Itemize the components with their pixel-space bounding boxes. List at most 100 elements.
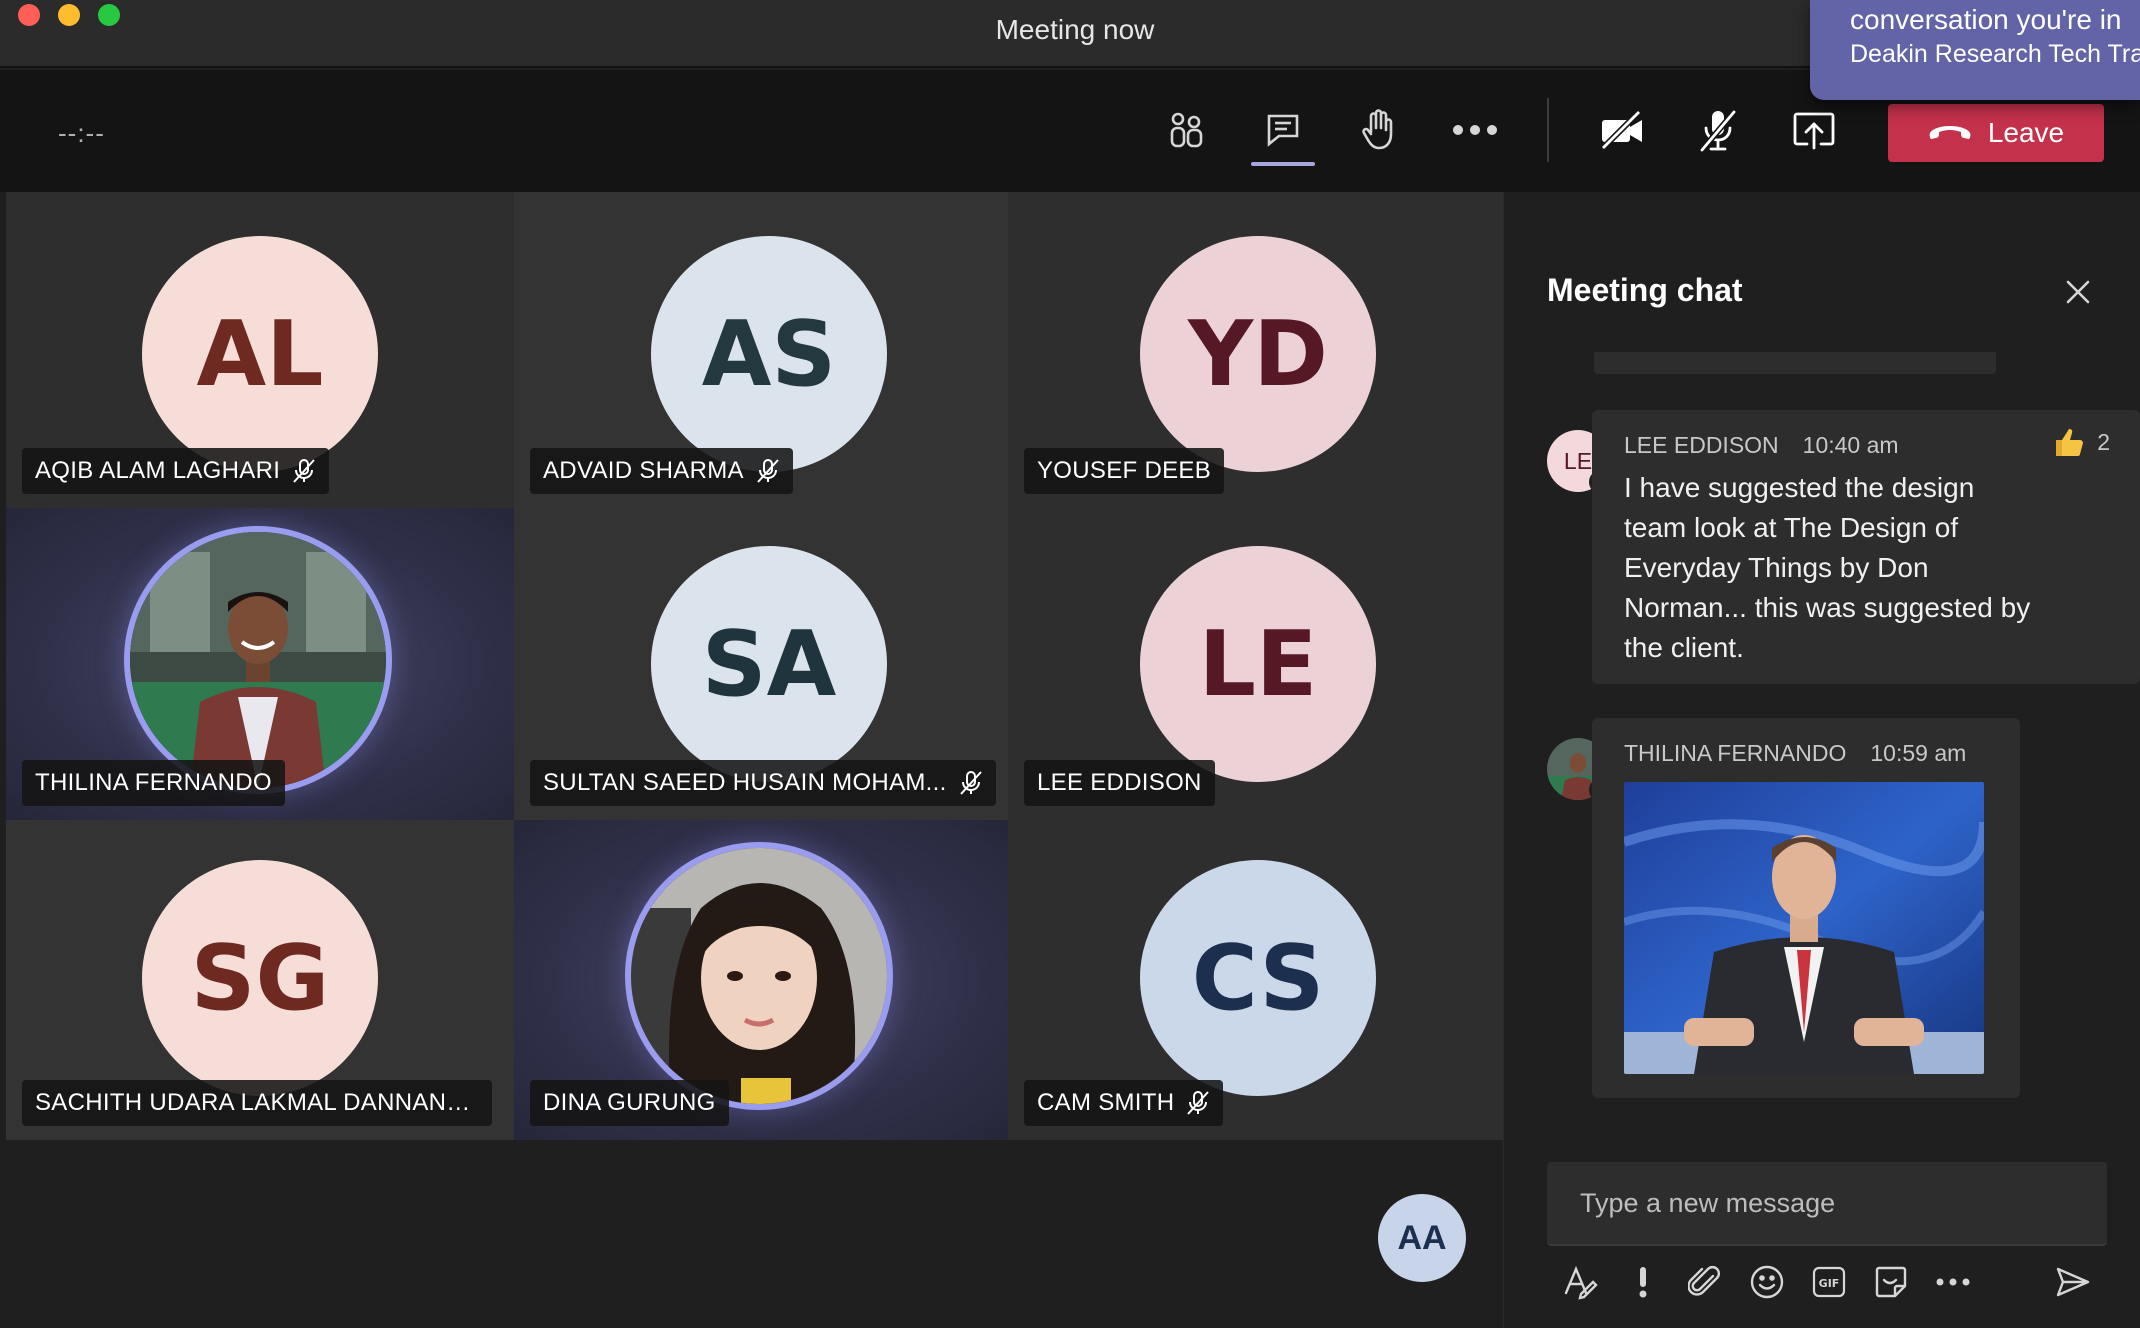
message-author: LEE EDDISON xyxy=(1624,432,1779,458)
participant-name: THILINA FERNANDO xyxy=(35,769,272,796)
participant-video-thumbnail xyxy=(625,842,893,1110)
participant-avatar: SG xyxy=(142,860,378,1096)
message-compose-box[interactable] xyxy=(1547,1162,2107,1246)
participant-name-tag: SULTAN SAEED HUSAIN MOHAM... xyxy=(530,760,996,806)
participant-video-thumbnail xyxy=(124,526,392,794)
meeting-stage: AL AQIB ALAM LAGHARI AS ADVAID SHARMA YD… xyxy=(0,192,1503,1328)
more-compose-options-button[interactable] xyxy=(1931,1260,1975,1304)
participant-name: CAM SMITH xyxy=(1037,1089,1175,1116)
close-chat-button[interactable] xyxy=(2060,274,2096,310)
share-screen-icon xyxy=(1793,112,1835,150)
mic-toggle-button[interactable] xyxy=(1688,100,1748,160)
participant-tile[interactable]: THILINA FERNANDO xyxy=(6,508,514,820)
camera-off-icon xyxy=(1600,110,1642,150)
participant-name-tag: AQIB ALAM LAGHARI xyxy=(22,448,330,494)
participant-name-tag: LEE EDDISON xyxy=(1024,760,1215,806)
attach-button[interactable] xyxy=(1683,1260,1727,1304)
participant-avatar: YD xyxy=(1140,236,1376,472)
participant-tile[interactable]: DINA GURUNG xyxy=(514,820,1008,1140)
close-icon xyxy=(2066,280,2090,304)
chat-message[interactable]: THILINA FERNANDO 10:59 am xyxy=(1592,718,2020,1098)
notification-toast[interactable]: conversation you're in Deakin Research T… xyxy=(1810,0,2140,100)
thumbs-up-icon xyxy=(2056,429,2084,456)
message-reaction[interactable]: 2 xyxy=(2053,426,2110,458)
participant-tile[interactable]: AL AQIB ALAM LAGHARI xyxy=(6,192,514,508)
notification-line-1: conversation you're in xyxy=(1850,4,2122,35)
participant-name: ADVAID SHARMA xyxy=(543,457,744,484)
participant-name-tag: CAM SMITH xyxy=(1024,1080,1224,1126)
emoji-button[interactable] xyxy=(1745,1260,1789,1304)
more-options-icon xyxy=(1453,125,1497,135)
emoji-icon xyxy=(1750,1265,1784,1299)
message-text: I have suggested the design team look at… xyxy=(1624,472,2031,663)
leave-label: Leave xyxy=(1987,117,2065,148)
self-avatar[interactable]: AA xyxy=(1378,1194,1466,1282)
reaction-count: 2 xyxy=(2097,428,2110,455)
exclamation-icon xyxy=(1639,1267,1647,1298)
leave-button[interactable]: Leave xyxy=(1888,104,2104,162)
notification-line-2: Deakin Research Tech Tran xyxy=(1850,40,2140,68)
participant-tile[interactable]: SA SULTAN SAEED HUSAIN MOHAM... xyxy=(514,508,1008,820)
participant-grid: AL AQIB ALAM LAGHARI AS ADVAID SHARMA YD… xyxy=(6,192,1503,1140)
chat-button[interactable] xyxy=(1253,100,1313,160)
participant-name-tag: THILINA FERNANDO xyxy=(22,760,285,806)
participant-name: AQIB ALAM LAGHARI xyxy=(35,457,281,484)
chat-message[interactable]: LEE EDDISON 10:40 am 2 I have suggested … xyxy=(1592,410,2140,684)
participant-name: LEE EDDISON xyxy=(1037,769,1202,796)
toolbar-divider xyxy=(1547,98,1549,162)
chat-title: Meeting chat xyxy=(1547,272,1743,308)
person-photo-icon xyxy=(631,848,887,1104)
gif-icon: GIF xyxy=(1812,1266,1846,1298)
important-button[interactable] xyxy=(1621,1260,1665,1304)
participant-name: DINA GURUNG xyxy=(543,1089,716,1116)
participant-avatar: AS xyxy=(651,236,887,472)
participant-avatar: AL xyxy=(142,236,378,472)
participant-avatar: LE xyxy=(1140,546,1376,782)
sticker-button[interactable] xyxy=(1869,1260,1913,1304)
person-photo-icon xyxy=(130,532,386,788)
chat-active-indicator xyxy=(1251,162,1315,166)
message-author: THILINA FERNANDO xyxy=(1624,740,1847,766)
participant-tile[interactable]: LE LEE EDDISON xyxy=(1008,508,1503,820)
participant-name-tag: ADVAID SHARMA xyxy=(530,448,793,494)
participant-tile[interactable]: YD YOUSEF DEEB xyxy=(1008,192,1503,508)
gif-button[interactable]: GIF xyxy=(1807,1260,1851,1304)
mic-off-icon xyxy=(1699,109,1737,152)
camera-toggle-button[interactable] xyxy=(1592,100,1652,160)
participant-avatar: CS xyxy=(1140,860,1376,1096)
paperclip-icon xyxy=(1688,1266,1720,1296)
participants-button[interactable] xyxy=(1157,100,1217,160)
more-options-button[interactable] xyxy=(1445,100,1505,160)
format-button[interactable] xyxy=(1559,1260,1603,1304)
mic-muted-icon xyxy=(1187,1091,1210,1115)
compose-toolbar: GIF xyxy=(1559,1260,2119,1312)
previous-message-stub xyxy=(1594,352,1996,374)
message-time: 10:40 am xyxy=(1802,432,1899,458)
hang-up-icon xyxy=(1929,126,1971,139)
raise-hand-button[interactable] xyxy=(1349,100,1409,160)
participant-tile[interactable]: SG SACHITH UDARA LAKMAL DANNANG... xyxy=(6,820,514,1140)
participant-name: YOUSEF DEEB xyxy=(1037,457,1212,484)
participant-tile[interactable]: CS CAM SMITH xyxy=(1008,820,1503,1140)
mic-muted-icon xyxy=(293,459,315,483)
meeting-chat-panel: Meeting chat LE LEE EDDISON 10:40 am 2 I… xyxy=(1503,192,2140,1328)
meeting-timer: --:-- xyxy=(58,118,105,148)
share-screen-button[interactable] xyxy=(1784,100,1844,160)
raise-hand-icon xyxy=(1362,109,1393,150)
more-options-icon xyxy=(1936,1278,1970,1286)
mic-muted-icon xyxy=(959,771,982,795)
participant-name: SACHITH UDARA LAKMAL DANNANG... xyxy=(35,1089,479,1116)
send-button[interactable] xyxy=(2051,1260,2095,1304)
participant-name: SULTAN SAEED HUSAIN MOHAM... xyxy=(543,769,947,796)
svg-text:GIF: GIF xyxy=(1819,1277,1840,1290)
message-time: 10:59 am xyxy=(1870,740,1967,766)
message-input[interactable] xyxy=(1547,1162,2107,1244)
participant-name-tag: DINA GURUNG xyxy=(530,1080,729,1126)
mic-muted-icon xyxy=(757,459,779,483)
participant-tile[interactable]: AS ADVAID SHARMA xyxy=(514,192,1008,508)
format-icon xyxy=(1564,1265,1598,1300)
participant-name-tag: YOUSEF DEEB xyxy=(1024,448,1225,494)
send-icon xyxy=(2056,1267,2090,1297)
sticker-icon xyxy=(1875,1266,1907,1298)
gif-attachment[interactable] xyxy=(1624,782,1984,1074)
